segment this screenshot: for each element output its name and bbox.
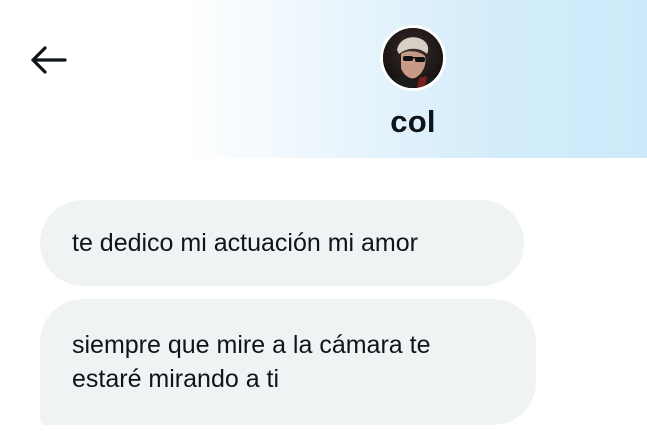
message-text-line: siempre que mire a la cámara te: [72, 331, 431, 359]
message-text-line: estaré mirando a ti: [72, 365, 280, 393]
conversation-title[interactable]: col: [390, 104, 435, 140]
arrow-left-icon: [31, 46, 67, 74]
avatar-photo: [383, 28, 443, 88]
avatar[interactable]: [380, 25, 446, 91]
message-text: te dedico mi actuación mi amor: [72, 229, 418, 257]
back-button[interactable]: [22, 34, 74, 86]
message-bubble[interactable]: te dedico mi actuación mi amor: [40, 200, 524, 286]
chat-screen: col te dedico mi actuación mi amor siemp…: [0, 0, 647, 431]
conversation-header: col: [0, 0, 647, 158]
message-bubble[interactable]: siempre que mire a la cámara te estaré m…: [40, 299, 536, 425]
